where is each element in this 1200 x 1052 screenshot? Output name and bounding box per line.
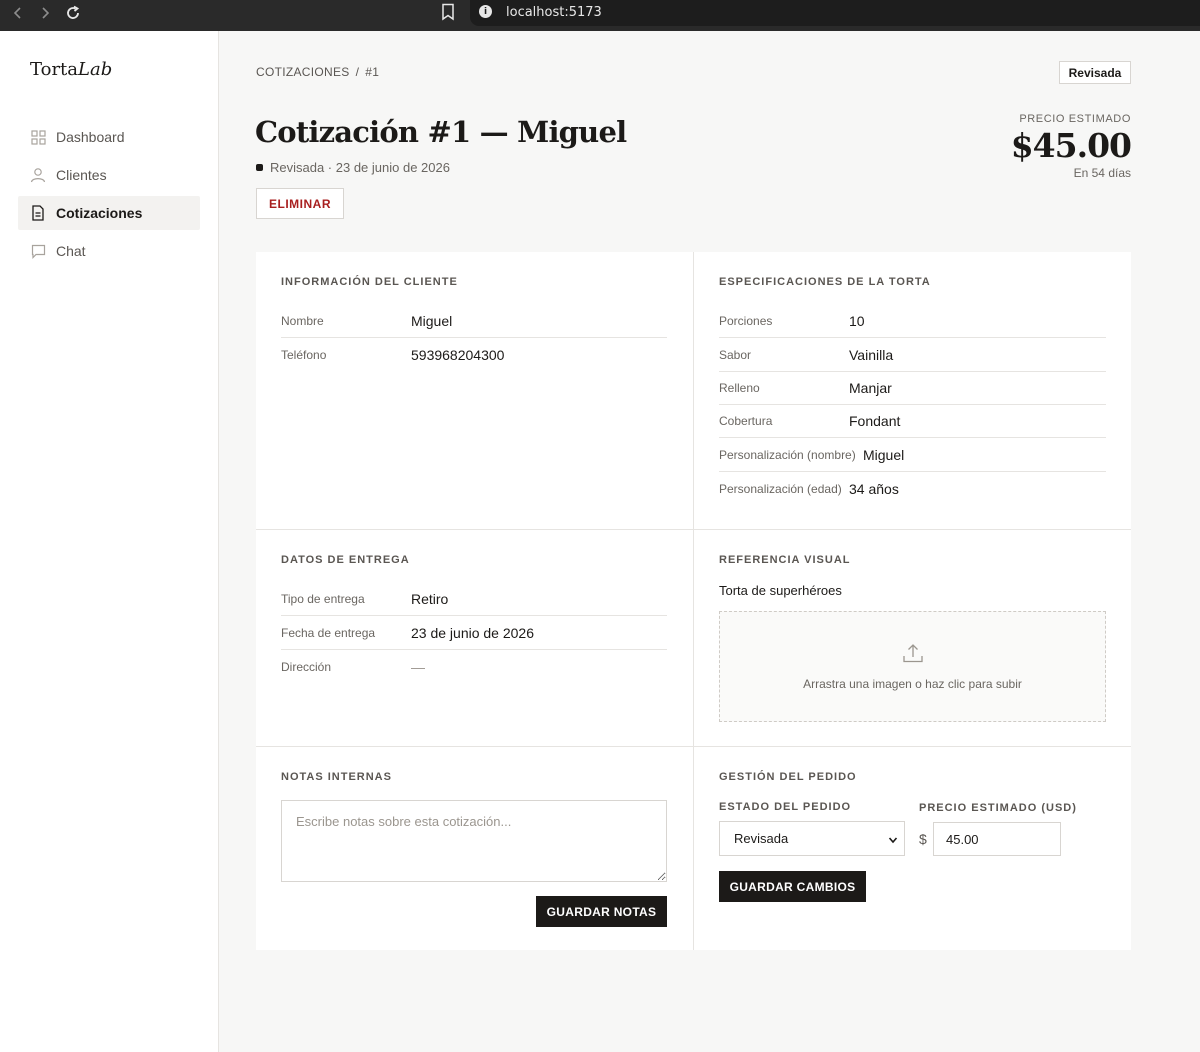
sidebar-item-label: Cotizaciones	[56, 205, 143, 221]
bookmark-icon[interactable]	[441, 3, 455, 26]
field-label: Nombre	[281, 314, 324, 328]
delivery-row-type: Tipo de entrega Retiro	[281, 583, 667, 616]
sidebar-item-dashboard[interactable]: Dashboard	[18, 120, 200, 154]
save-notes-button[interactable]: GUARDAR NOTAS	[536, 896, 667, 927]
sidebar-nav: Dashboard Clientes Cotizaciones Chat	[18, 120, 200, 272]
field-value: Miguel	[411, 313, 453, 329]
chevron-down-icon	[888, 833, 898, 848]
price-input-value: 45.00	[946, 831, 979, 847]
cake-row-flavor: Sabor Vainilla	[719, 339, 1106, 372]
image-dropzone[interactable]: Arrastra una imagen o haz clic para subi…	[719, 611, 1106, 722]
sidebar-item-label: Chat	[56, 243, 86, 259]
field-label: Tipo de entrega	[281, 592, 365, 606]
field-label: Cobertura	[719, 414, 773, 428]
order-status-select[interactable]: Revisada	[719, 821, 905, 856]
status-subline: Revisada · 23 de junio de 2026	[256, 160, 450, 175]
site-info-icon[interactable]: i	[479, 5, 492, 18]
field-label: Personalización (edad)	[719, 481, 842, 496]
cake-row-filling: Relleno Manjar	[719, 372, 1106, 405]
field-value: Miguel	[863, 447, 905, 463]
field-value: 34 años	[849, 480, 899, 497]
reference-section-title: REFERENCIA VISUAL	[719, 554, 851, 566]
select-value: Revisada	[734, 831, 789, 846]
sidebar-item-label: Dashboard	[56, 129, 125, 145]
reference-description: Torta de superhéroes	[719, 583, 842, 598]
app-logo[interactable]: TortaLab	[30, 59, 112, 80]
status-date-text: Revisada · 23 de junio de 2026	[270, 160, 450, 175]
reload-icon[interactable]	[62, 2, 84, 24]
field-label: Teléfono	[281, 347, 327, 362]
field-value: 10	[849, 313, 865, 329]
delivery-row-date: Fecha de entrega 23 de junio de 2026	[281, 617, 667, 650]
sidebar-item-label: Clientes	[56, 167, 107, 183]
sidebar-item-cotizaciones[interactable]: Cotizaciones	[18, 196, 200, 230]
management-section-title: GESTIÓN DEL PEDIDO	[719, 771, 857, 783]
status-field-label: ESTADO DEL PEDIDO	[719, 801, 852, 813]
field-value: 23 de junio de 2026	[411, 625, 534, 641]
chat-icon	[30, 243, 46, 259]
field-value: Manjar	[849, 380, 892, 396]
status-badge: Revisada	[1059, 61, 1131, 84]
field-value: —	[411, 658, 425, 675]
save-changes-button[interactable]: GUARDAR CAMBIOS	[719, 871, 866, 902]
breadcrumb: COTIZACIONES / #1	[256, 65, 379, 79]
price-value: $45.00	[1010, 126, 1132, 165]
document-icon	[30, 205, 46, 221]
field-label: Personalización (nombre)	[719, 448, 856, 462]
cake-row-portions: Porciones 10	[719, 305, 1106, 338]
notes-section-title: NOTAS INTERNAS	[281, 771, 392, 783]
field-label: Porciones	[719, 314, 773, 328]
cake-row-custom-age: Personalización (edad) 34 años	[719, 472, 1106, 505]
column-divider	[693, 252, 694, 950]
field-value: Retiro	[411, 591, 449, 607]
client-section-title: INFORMACIÓN DEL CLIENTE	[281, 276, 458, 288]
notes-textarea[interactable]	[281, 800, 667, 882]
field-value: Fondant	[849, 413, 901, 429]
client-row-phone: Teléfono 593968204300	[281, 338, 667, 371]
user-icon	[30, 167, 46, 183]
row-divider	[256, 746, 1131, 747]
price-field-label: PRECIO ESTIMADO (USD)	[919, 802, 1077, 814]
delivery-row-address: Dirección —	[281, 650, 667, 683]
client-row-name: Nombre Miguel	[281, 305, 667, 338]
forward-icon[interactable]	[34, 2, 56, 24]
breadcrumb-current: #1	[365, 65, 380, 79]
delivery-section-title: DATOS DE ENTREGA	[281, 554, 410, 566]
dropzone-text: Arrastra una imagen o haz clic para subi…	[803, 677, 1022, 691]
estimated-price-input[interactable]: 45.00	[933, 822, 1061, 856]
grid-icon	[30, 129, 46, 145]
breadcrumb-separator: /	[355, 65, 360, 79]
row-divider	[256, 529, 1131, 530]
field-label: Relleno	[719, 381, 760, 395]
sidebar-item-chat[interactable]: Chat	[18, 234, 200, 268]
field-label: Dirección	[281, 659, 332, 674]
price-days-remaining: En 54 días	[1073, 166, 1131, 180]
breadcrumb-link[interactable]: COTIZACIONES	[256, 65, 350, 79]
url-text: localhost:5173	[506, 5, 602, 20]
page-title: Cotización #1 — Miguel	[255, 115, 627, 149]
field-value: 593968204300	[411, 346, 505, 363]
browser-toolbar: i localhost:5173	[0, 0, 1200, 31]
delete-button[interactable]: ELIMINAR	[256, 188, 344, 219]
upload-icon	[902, 642, 924, 669]
status-dot-icon	[256, 164, 263, 171]
field-value: Vainilla	[849, 347, 894, 363]
sidebar: TortaLab Dashboard Clientes Cotizaciones…	[0, 31, 219, 1052]
address-bar[interactable]: i localhost:5173	[470, 0, 1200, 26]
price-label: PRECIO ESTIMADO	[1019, 113, 1131, 125]
cake-section-title: ESPECIFICACIONES DE LA TORTA	[719, 276, 931, 288]
quote-details-panel: INFORMACIÓN DEL CLIENTE Nombre Miguel Te…	[256, 252, 1131, 950]
sidebar-item-clientes[interactable]: Clientes	[18, 158, 200, 192]
field-label: Sabor	[719, 348, 752, 362]
cake-row-custom-name: Personalización (nombre) Miguel	[719, 439, 1106, 472]
currency-symbol: $	[919, 831, 927, 847]
field-label: Fecha de entrega	[281, 626, 376, 640]
back-icon[interactable]	[7, 2, 29, 24]
cake-row-frosting: Cobertura Fondant	[719, 405, 1106, 438]
